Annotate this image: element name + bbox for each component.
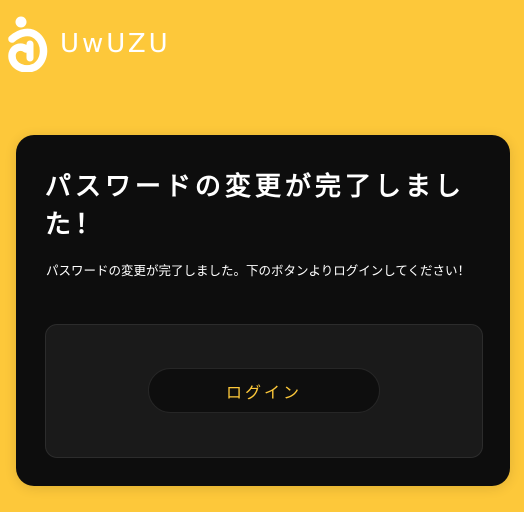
action-panel: ログイン xyxy=(45,324,483,458)
uwuzu-logo-icon xyxy=(8,16,48,72)
page-title: パスワードの変更が完了しました！ xyxy=(45,172,466,240)
login-button[interactable]: ログイン xyxy=(148,368,380,413)
logo-text: UwUZU xyxy=(60,29,171,59)
site-logo[interactable]: UwUZU xyxy=(8,14,171,72)
password-changed-card: パスワードの変更が完了しました！ パスワードの変更が完了しました。下のボタンより… xyxy=(16,135,510,486)
description-text: パスワードの変更が完了しました。下のボタンよりログインしてください！ xyxy=(46,263,471,278)
